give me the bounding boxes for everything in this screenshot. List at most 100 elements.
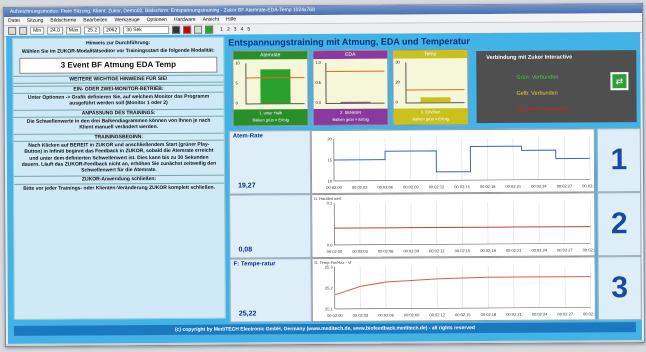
section-text: Bitte vor jeder Trainings- oder Klienten… [23,184,215,192]
toolbar-field-5[interactable]: 2062 [103,26,121,35]
time-tick-label: 00:02:21 [506,312,522,317]
time-tick-label: 00:02:27 [557,311,573,316]
time-tick-label: 00:02:27 [557,183,573,188]
y-tick-label: 25.3 [325,264,334,269]
bar-graph: EDA 1.0 0.5 0.0 2. SENKEN Balken grün = Erfol… [312,49,389,127]
bar-graph: Atemrate 10 5 0 1. unter Halb Balken grün = E… [232,50,309,127]
time-tick-label: 00:02:03 [352,249,368,254]
bar-tick-label: 5 [235,80,238,86]
chart-svg: 00:02:00 00:02:03 00:02:06 00:02:09 00:02:12… [326,136,594,190]
toolbar-field-3[interactable]: Max [65,26,82,35]
menu-item[interactable]: Datei [8,18,20,24]
connection-green: Grün: Verbunden [516,74,559,81]
bar-footer-line2: Balken grün = Erfolg [252,117,289,123]
section-title: EIN- ODER ZWEI-MONITOR-BETRIEB: [13,84,224,95]
page-tab[interactable]: 3 [234,27,237,33]
stop-icon[interactable] [183,25,192,34]
channel-number: 1 [596,128,642,193]
y-tick-label: 15 [327,157,332,162]
instructions-header-2: Wählen Sie im ZUKOR-Modalitätseditor vor… [21,47,215,56]
toolbar-field-4[interactable]: 25.2 [84,26,101,35]
connection-panel: Verbindung mit Zukor Interactive Grün: V… [476,50,637,124]
bar-footer: 2. SENKEN Balken grün = Erfolg [313,108,388,126]
bar-graph: Temp 30 20 0 3. Erhöhen Balken grün = Erfolg [392,49,469,126]
channel-number: 2 [597,192,642,257]
time-tick-label: 00:02:12 [429,248,445,253]
modality-box: 3 Event BF Atmung EDA Temp [19,56,218,74]
y-tick-label: 20 [327,136,332,141]
zoom-select[interactable]: 30 Sek [123,25,170,35]
page-tab[interactable]: 5 [247,26,250,32]
signal-chart: D: Temp-Fin/Hax - sf 00:02:00 00:02:03 00:0… [311,256,596,323]
bar-tick-label: 0 [235,100,238,106]
time-tick-label: 00:02:00 [326,185,342,190]
bar-fill [260,69,291,104]
main-screen: Hinweis zur Durchführung: Wählen Sie im … [6,32,643,344]
time-tick-label: 00:02:09 [404,312,420,317]
bar-plot-area: 1.0 0.5 0.0 [315,60,385,105]
bar-footer: 1. unter Halb Balken grün = Erfolg [233,109,308,126]
page-tab[interactable]: 1 [220,27,223,33]
menu-item[interactable]: Optionen [147,17,167,23]
signal-value: 19,27 [238,182,256,190]
bar-graph-label: Atemrate [233,51,308,60]
signal-value: 25,22 [238,310,257,318]
time-tick-label: 00:02:27 [557,247,573,252]
time-tick-label: 00:02:09 [403,248,419,253]
prev-icon[interactable] [8,26,17,35]
signal-name: F: Tempe-ratur [233,261,276,268]
time-tick-label: 00:02:18 [481,312,497,317]
time-tick-label: 00:02:03 [352,185,368,190]
time-tick-label: 00:02:21 [506,248,522,253]
y-tick-label: 0.1 [327,200,333,205]
pause-icon[interactable] [194,25,203,34]
signal-name: Atem-Rate [232,133,263,140]
menu-item[interactable]: Sitzung [27,18,44,24]
play-icon[interactable] [205,25,214,34]
page-tab[interactable]: 2 [227,27,230,33]
time-tick-label: 00:02:18 [480,184,496,189]
page-tab[interactable]: 4 [241,26,244,32]
bar-footer-line2: Balken grün = Erfolg [332,116,369,122]
signal-name [230,195,310,199]
time-tick-label: 00:02:24 [531,248,547,253]
threshold-line[interactable] [326,70,385,72]
record-icon[interactable] [172,25,181,34]
next-icon[interactable] [19,26,28,35]
bar-fill [420,97,451,103]
time-tick-label: 00:02:30 [583,247,595,252]
bar-footer: 3. Erhöhen Balken grün = Erfolg [393,108,468,125]
screen-title: Entspannungstraining mit Atmung, EDA und… [228,36,470,48]
threshold-line[interactable] [246,77,305,79]
bar-tick-label: 0.5 [315,80,322,86]
instructions-panel: Hinweis zur Durchführung: Wählen Sie im … [12,36,226,320]
connection-status-icon[interactable]: ⇄ [610,72,629,91]
menu-item[interactable]: Ansicht [203,17,219,23]
threshold-line[interactable] [406,89,465,91]
signal-label-box: 0,08 [229,194,312,259]
menu-item[interactable]: Bildschirme [50,18,76,24]
section-title: ZUKOR-Anwendung schließen: [14,175,225,185]
time-tick-label: 00:02:15 [455,248,471,253]
time-tick-label: 00:02:30 [583,311,595,316]
time-tick-label: 00:02:21 [505,184,521,189]
connection-yellow: Gelb: Verbunden [516,90,558,97]
menu-item[interactable]: Hilfe [226,17,236,23]
time-tick-label: 00:02:24 [531,184,547,189]
menu-item[interactable]: Hardware [174,17,196,23]
time-tick-label: 00:02:12 [429,312,445,317]
section-title: WEITERE WICHTIGE HINWEISE FÜR SIE! [13,74,224,84]
time-tick-label: 00:02:18 [480,248,496,253]
bar-graph-label: Temp [393,50,468,59]
bar-tick-label: 1.0 [315,60,321,66]
menu-item[interactable]: Bearbeiten [83,17,107,23]
menu-item[interactable]: Werkzeuge [114,17,139,23]
time-tick-label: 00:02:15 [454,184,470,189]
toolbar-field-2[interactable]: 24.0 [47,26,63,35]
signal-value: 0,08 [238,246,253,254]
time-tick-label: 00:02:03 [353,313,369,318]
toolbar-field-1[interactable]: Min [30,26,45,35]
time-tick-label: 00:02:00 [327,313,343,318]
section-title: ANPASSUNG DES TRAININGS: [13,108,224,118]
connection-title: Verbindung mit Zukor Interactive [486,54,573,62]
